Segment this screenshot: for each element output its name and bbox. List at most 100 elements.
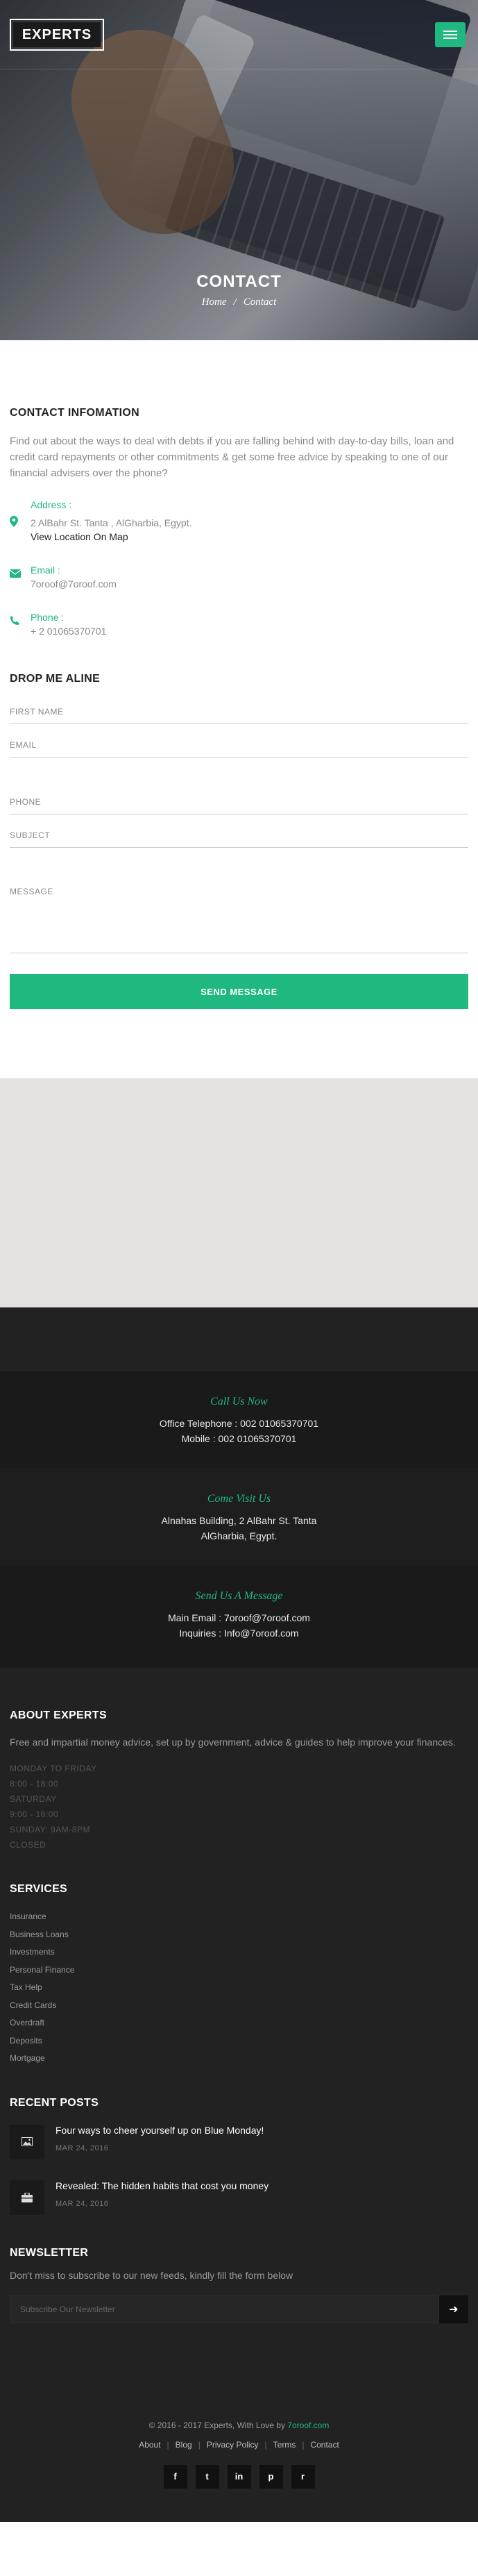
email-value: 7oroof@7oroof.com bbox=[31, 578, 117, 589]
hamburger-menu-icon[interactable] bbox=[435, 22, 466, 47]
map-marker-icon bbox=[10, 516, 21, 527]
footer-nav-about[interactable]: About bbox=[139, 2440, 160, 2450]
send-message-button[interactable]: SEND MESSAGE bbox=[10, 974, 468, 1009]
post-item[interactable]: Revealed: The hidden habits that cost yo… bbox=[10, 2180, 468, 2215]
send-message-line: Inquiries : Info@7oroof.com bbox=[179, 1628, 299, 1639]
breadcrumb-home-link[interactable]: Home bbox=[202, 296, 227, 308]
message-field[interactable]: MESSAGE bbox=[10, 848, 468, 953]
copyright: © 2016 - 2017 Experts, With Love by 7oro… bbox=[10, 2420, 468, 2430]
footer-bottom: © 2016 - 2017 Experts, With Love by 7oro… bbox=[0, 2323, 478, 2522]
subject-field[interactable]: SUBJECT bbox=[10, 814, 468, 848]
newsletter-form: Subscribe Our Newsletter ➜ bbox=[10, 2295, 468, 2323]
newsletter-text: Don't miss to subscribe to our new feeds… bbox=[10, 2269, 293, 2281]
service-link[interactable]: Investments bbox=[10, 1943, 468, 1962]
service-link[interactable]: Personal Finance bbox=[10, 1962, 468, 1980]
about-widget: ABOUT EXPERTS Free and impartial money a… bbox=[0, 1668, 478, 1852]
footer: Call Us Now Office Telephone : 002 01065… bbox=[0, 1307, 478, 2522]
envelope-icon bbox=[9, 569, 22, 580]
breadcrumb-separator: / bbox=[233, 296, 237, 308]
copyright-text: © 2016 - 2017 Experts, With Love by bbox=[148, 2420, 285, 2430]
send-message-title: Send Us A Message bbox=[195, 1590, 283, 1602]
phone-icon bbox=[10, 616, 21, 627]
post-item[interactable]: Four ways to cheer yourself up on Blue M… bbox=[10, 2124, 468, 2159]
call-us-title: Call Us Now bbox=[210, 1396, 268, 1407]
recent-posts-widget: RECENT POSTS Four ways to cheer yourself… bbox=[0, 2068, 478, 2215]
linkedin-icon[interactable]: in bbox=[227, 2464, 251, 2489]
hours-line: SATURDAY bbox=[10, 1794, 57, 1804]
footer-nav-blog[interactable]: Blog bbox=[176, 2440, 192, 2450]
image-icon bbox=[10, 2124, 44, 2159]
copyright-link[interactable]: 7oroof.com bbox=[287, 2420, 329, 2430]
site-logo[interactable]: EXPERTS bbox=[10, 19, 104, 51]
newsletter-input[interactable]: Subscribe Our Newsletter bbox=[10, 2295, 439, 2323]
hours-line: 9:00 - 16:00 bbox=[10, 1809, 59, 1819]
services-widget: SERVICES Insurance Business Loans Invest… bbox=[0, 1852, 478, 2068]
map-area[interactable] bbox=[0, 1078, 478, 1307]
footer-nav-privacy[interactable]: Privacy Policy bbox=[207, 2440, 259, 2450]
services-heading: SERVICES bbox=[10, 1883, 68, 1895]
visit-us-title: Come Visit Us bbox=[207, 1493, 271, 1505]
pinterest-icon[interactable]: p bbox=[259, 2464, 283, 2489]
address-value: 2 AlBahr St. Tanta , AlGharbia, Egypt. bbox=[31, 517, 192, 528]
view-map-link[interactable]: View Location On Map bbox=[31, 531, 468, 542]
service-link[interactable]: Insurance bbox=[10, 1908, 468, 1926]
service-link[interactable]: Overdraft bbox=[10, 2014, 468, 2032]
service-link[interactable]: Credit Cards bbox=[10, 1997, 468, 2015]
send-message-line: Main Email : 7oroof@7oroof.com bbox=[168, 1612, 310, 1623]
breadcrumb: Home / Contact bbox=[0, 296, 478, 308]
call-us-line: Mobile : 002 01065370701 bbox=[181, 1433, 297, 1444]
services-list: Insurance Business Loans Investments Per… bbox=[10, 1908, 468, 2068]
phone-value: + 2 01065370701 bbox=[31, 626, 107, 637]
call-us-line: Office Telephone : 002 01065370701 bbox=[159, 1418, 319, 1429]
email-field[interactable]: EMAIL bbox=[10, 724, 468, 758]
contact-info-lead: Find out about the ways to deal with deb… bbox=[10, 435, 454, 479]
service-link[interactable]: Tax Help bbox=[10, 1979, 468, 1997]
service-link[interactable]: Business Loans bbox=[10, 1926, 468, 1944]
phone-field[interactable]: PHONE bbox=[10, 758, 468, 814]
phone-item: Phone : + 2 01065370701 bbox=[10, 612, 468, 637]
briefcase-icon bbox=[10, 2180, 44, 2215]
visit-us-line: AlGharbia, Egypt. bbox=[200, 1530, 278, 1541]
arrow-right-icon[interactable]: ➜ bbox=[439, 2295, 468, 2323]
phone-label: Phone : bbox=[31, 612, 65, 623]
opening-hours: MONDAY TO FRIDAY 8:00 - 18:00 SATURDAY 9… bbox=[10, 1761, 468, 1852]
visit-us-box: Come Visit Us Alnahas Building, 2 AlBahr… bbox=[0, 1468, 478, 1565]
call-us-box: Call Us Now Office Telephone : 002 01065… bbox=[0, 1371, 478, 1468]
page-title: CONTACT bbox=[196, 272, 282, 291]
contact-info-section: CONTACT INFOMATION Find out about the wa… bbox=[0, 340, 478, 637]
hours-line: 8:00 - 18:00 bbox=[10, 1779, 59, 1789]
first-name-field[interactable]: FIRST NAME bbox=[10, 691, 468, 724]
email-label: Email : bbox=[31, 564, 60, 576]
footer-nav: About | Blog | Privacy Policy | Terms | Contact bbox=[139, 2439, 339, 2450]
logo-text: EXPERTS bbox=[13, 22, 101, 47]
newsletter-widget: NEWSLETTER Don't miss to subscribe to ou… bbox=[0, 2215, 478, 2323]
twitter-icon[interactable]: t bbox=[195, 2464, 219, 2489]
recent-posts-heading: RECENT POSTS bbox=[10, 2096, 99, 2109]
footer-nav-terms[interactable]: Terms bbox=[273, 2440, 296, 2450]
send-message-box: Send Us A Message Main Email : 7oroof@7o… bbox=[0, 1565, 478, 1668]
social-links: f t in p r bbox=[10, 2464, 468, 2489]
facebook-icon[interactable]: f bbox=[163, 2464, 187, 2489]
rss-icon[interactable]: r bbox=[291, 2464, 315, 2489]
post-date: MAR 24, 2016 bbox=[56, 2143, 109, 2152]
breadcrumb-current: Contact bbox=[243, 296, 277, 308]
post-title[interactable]: Revealed: The hidden habits that cost yo… bbox=[56, 2180, 268, 2191]
post-date: MAR 24, 2016 bbox=[56, 2199, 109, 2208]
about-text: Free and impartial money advice, set up … bbox=[10, 1737, 456, 1748]
service-link[interactable]: Deposits bbox=[10, 2032, 468, 2050]
email-item: Email : 7oroof@7oroof.com bbox=[9, 564, 468, 589]
hours-line: CLOSED bbox=[10, 1840, 46, 1850]
contact-info-heading: CONTACT INFOMATION bbox=[10, 407, 140, 419]
top-navbar: EXPERTS bbox=[0, 0, 478, 69]
contact-form-section: DROP ME ALINE FIRST NAME EMAIL PHONE SUB… bbox=[0, 637, 478, 1009]
hours-line: MONDAY TO FRIDAY bbox=[10, 1764, 97, 1773]
post-title[interactable]: Four ways to cheer yourself up on Blue M… bbox=[56, 2125, 264, 2136]
service-link[interactable]: Mortgage bbox=[10, 2050, 468, 2068]
hero-banner: EXPERTS CONTACT Home / Contact bbox=[0, 0, 478, 340]
about-heading: ABOUT EXPERTS bbox=[10, 1709, 107, 1721]
address-label: Address : bbox=[31, 499, 72, 510]
newsletter-heading: NEWSLETTER bbox=[10, 2246, 89, 2259]
address-item: Address : 2 AlBahr St. Tanta , AlGharbia… bbox=[10, 499, 468, 542]
form-heading: DROP ME ALINE bbox=[10, 673, 101, 685]
footer-nav-contact[interactable]: Contact bbox=[310, 2440, 339, 2450]
